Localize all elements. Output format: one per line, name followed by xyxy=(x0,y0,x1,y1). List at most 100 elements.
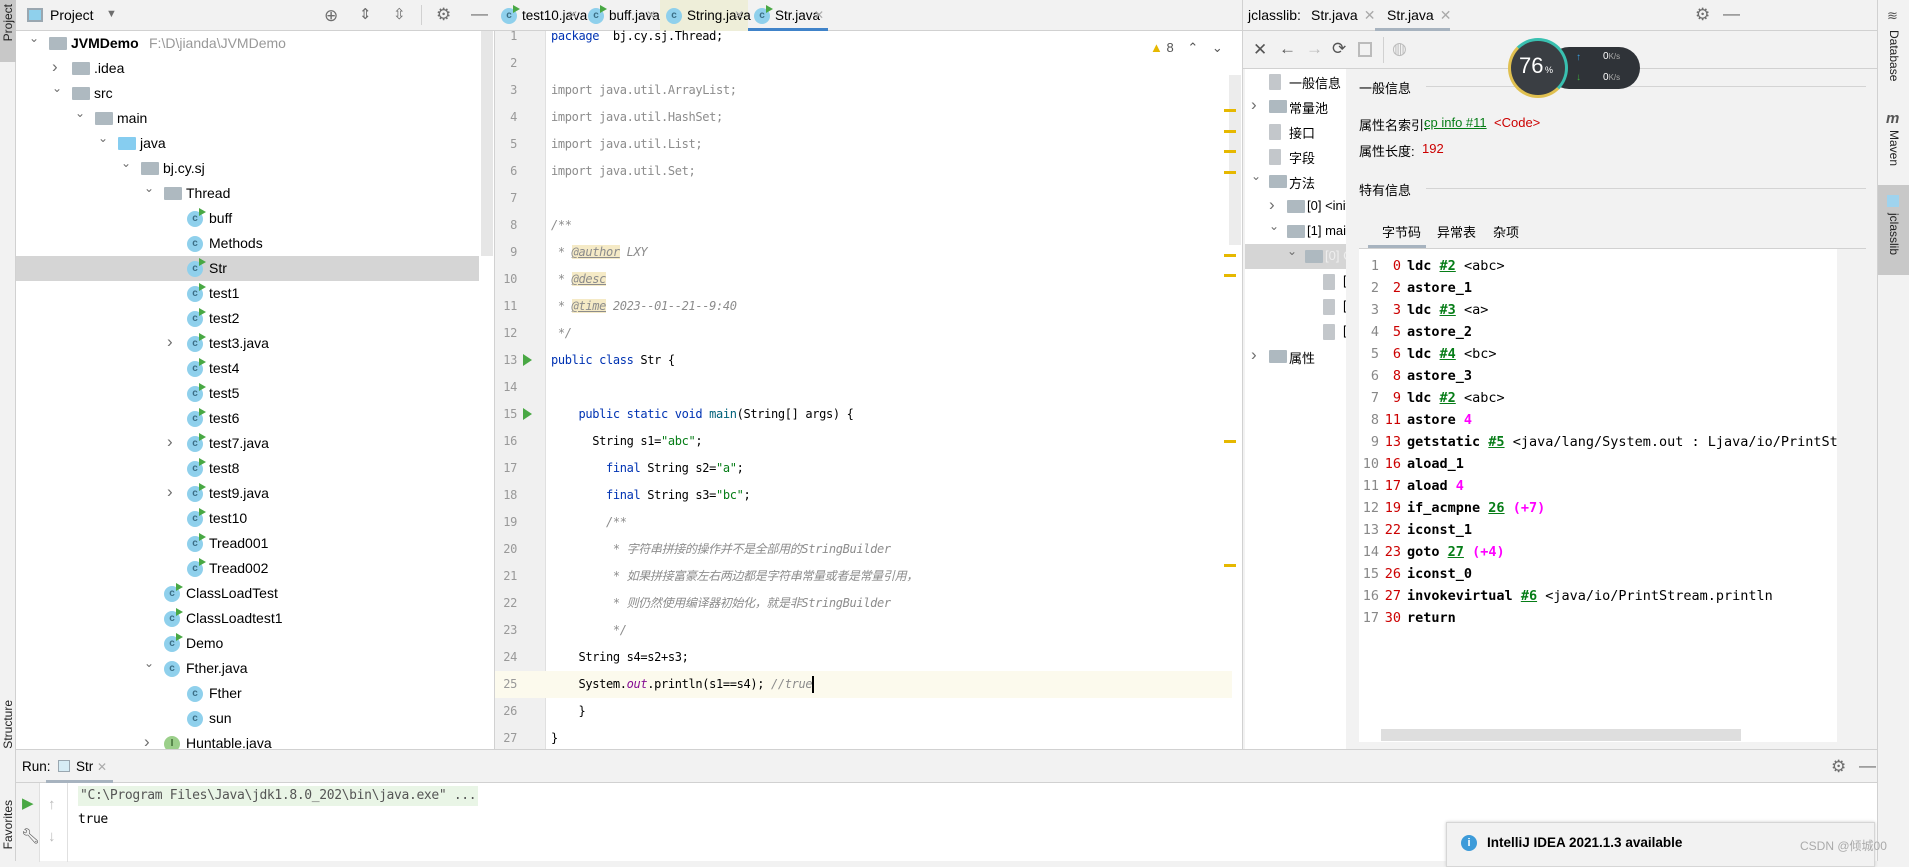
project-tree-item[interactable]: c test2 xyxy=(16,306,479,331)
warning-marker[interactable] xyxy=(1224,274,1236,277)
chevron-down-icon[interactable]: ⌄ xyxy=(144,656,154,670)
close-icon[interactable]: ✕ xyxy=(1440,7,1452,23)
save-icon[interactable] xyxy=(1358,42,1372,57)
project-tree-item[interactable]: c test10 xyxy=(16,506,479,531)
run-gutter-icon[interactable] xyxy=(523,408,532,420)
project-tree-item[interactable]: ⌄ main xyxy=(16,106,479,131)
bytecode-reference-link[interactable]: #3 xyxy=(1440,302,1456,318)
project-tree-item[interactable]: ⌄ src xyxy=(16,81,479,106)
chevron-right-icon[interactable]: › xyxy=(167,482,173,502)
project-tree-item[interactable]: ⌄ bj.cy.sj xyxy=(16,156,479,181)
project-tree-item[interactable]: c Methods xyxy=(16,231,479,256)
back-arrow-icon[interactable]: ← xyxy=(1279,40,1296,57)
next-highlight-icon[interactable]: ⌄ xyxy=(1212,40,1223,55)
jclasslib-tree-item[interactable]: [2] xyxy=(1245,319,1346,344)
project-tree-item[interactable]: c Fther xyxy=(16,681,479,706)
chevron-down-icon[interactable]: ⌄ xyxy=(1287,244,1297,258)
close-icon[interactable]: ✕ xyxy=(1364,7,1376,23)
chevron-right-icon[interactable]: › xyxy=(1251,95,1257,115)
jclasslib-tree-item[interactable]: [1] xyxy=(1245,294,1346,319)
chevron-right-icon[interactable]: › xyxy=(1251,345,1257,365)
collapse-all-icon[interactable]: ⇳ xyxy=(393,7,406,22)
bytecode-reference-link[interactable]: 27 xyxy=(1448,544,1464,560)
chevron-down-icon[interactable]: ▼ xyxy=(106,9,117,20)
tool-window-maven-button[interactable]: m Maven xyxy=(1878,110,1909,180)
jclasslib-tree-item[interactable]: › [0] <init> xyxy=(1245,194,1346,219)
chevron-right-icon[interactable]: › xyxy=(167,432,173,452)
bytecode-reference-link[interactable]: #6 xyxy=(1521,588,1537,604)
chevron-down-icon[interactable]: ⌄ xyxy=(1251,169,1261,183)
chevron-down-icon[interactable]: ⌄ xyxy=(121,156,131,170)
project-tree-item[interactable]: ⌄ Thread xyxy=(16,181,479,206)
warning-marker[interactable] xyxy=(1224,150,1236,153)
gear-icon[interactable]: ⚙ xyxy=(1831,758,1846,775)
detail-tab-bytecode[interactable]: 字节码 xyxy=(1368,214,1426,248)
gear-icon[interactable]: ⚙ xyxy=(1695,6,1710,23)
chevron-down-icon[interactable]: ⌄ xyxy=(1269,219,1279,233)
project-tree-item[interactable]: › c test7.java xyxy=(16,431,479,456)
project-tree-item[interactable]: c test6 xyxy=(16,406,479,431)
warning-marker[interactable] xyxy=(1224,109,1236,112)
bytecode-h-scrollbar[interactable] xyxy=(1381,729,1741,741)
refresh-icon[interactable]: ⟳ xyxy=(1332,40,1346,57)
bytecode-reference-link[interactable]: #5 xyxy=(1488,434,1504,450)
bytecode-reference-link[interactable]: #2 xyxy=(1440,390,1456,406)
gear-icon[interactable]: ⚙ xyxy=(436,6,451,23)
minimize-icon[interactable]: — xyxy=(1859,757,1876,774)
bytecode-reference-link[interactable]: 26 xyxy=(1488,500,1504,516)
up-arrow-icon[interactable]: ↑ xyxy=(48,797,56,812)
project-scrollbar[interactable] xyxy=(481,31,493,256)
expand-all-icon[interactable]: ⇕ xyxy=(359,7,372,22)
jclasslib-tree-item[interactable]: 一般信息 xyxy=(1245,69,1346,94)
previous-highlight-icon[interactable]: ⌃ xyxy=(1187,40,1198,55)
globe-icon[interactable]: ◍ xyxy=(1392,40,1407,57)
project-tree-item[interactable]: c Str xyxy=(16,256,479,281)
chevron-down-icon[interactable]: ⌄ xyxy=(52,81,62,95)
chevron-right-icon[interactable]: › xyxy=(144,732,150,749)
project-tree-item[interactable]: c test1 xyxy=(16,281,479,306)
warning-marker[interactable] xyxy=(1224,130,1236,133)
warning-marker[interactable] xyxy=(1224,254,1236,257)
code-area[interactable]: 1 package bj.cy.sj.Thread; 2 3 import java.u… xyxy=(495,23,1232,749)
project-tree-item[interactable]: c ClassLoadTest xyxy=(16,581,479,606)
jclasslib-tree-item[interactable]: ⌄ 方法 xyxy=(1245,169,1346,194)
minimize-icon[interactable]: — xyxy=(471,5,488,22)
close-icon[interactable]: ✕ xyxy=(1253,41,1267,58)
jclasslib-tree-item[interactable]: 接口 xyxy=(1245,119,1346,144)
tool-window-structure-button[interactable]: Structure xyxy=(0,700,16,790)
project-tree-item[interactable]: c sun xyxy=(16,706,479,731)
project-tree-item[interactable]: c Tread002 xyxy=(16,556,479,581)
chevron-down-icon[interactable]: ⌄ xyxy=(75,106,85,120)
project-tree-item[interactable]: ⌄ java xyxy=(16,131,479,156)
project-tree-item[interactable]: › .idea xyxy=(16,56,479,81)
minimize-icon[interactable]: — xyxy=(1723,5,1740,22)
warning-marker[interactable] xyxy=(1224,171,1236,174)
tool-window-favorites-button[interactable]: Favorites xyxy=(0,800,16,861)
jclasslib-tree-item[interactable]: ⌄ [1] main xyxy=(1245,219,1346,244)
tool-window-database-button[interactable]: ≋ Database xyxy=(1878,8,1909,88)
close-icon[interactable]: ✕ xyxy=(97,760,107,774)
jclasslib-tab[interactable]: Str.java ✕ xyxy=(1311,7,1375,24)
warning-marker[interactable] xyxy=(1224,440,1236,443)
jclasslib-tree-item[interactable]: › 属性 xyxy=(1245,344,1346,369)
project-tree-item[interactable]: c test5 xyxy=(16,381,479,406)
forward-arrow-icon[interactable]: → xyxy=(1306,40,1323,57)
detail-tab-misc[interactable]: 杂项 xyxy=(1493,222,1519,241)
project-tree-item[interactable]: › c test9.java xyxy=(16,481,479,506)
wrench-icon[interactable]: 🔧︎ xyxy=(21,829,40,844)
jclasslib-tab-active[interactable]: Str.java ✕ xyxy=(1375,0,1452,31)
jclasslib-tree-item[interactable]: 字段 xyxy=(1245,144,1346,169)
jclasslib-tree-item[interactable]: [0] xyxy=(1245,269,1346,294)
attr-name-link[interactable]: cp info #11 xyxy=(1424,115,1487,130)
inspection-widget[interactable]: ▲ 8 ⌃ ⌄ xyxy=(1150,40,1235,60)
warning-marker[interactable] xyxy=(1224,564,1236,567)
bytecode-reference-link[interactable]: #4 xyxy=(1440,346,1456,362)
project-tree-item[interactable]: c Demo xyxy=(16,631,479,656)
chevron-right-icon[interactable]: › xyxy=(52,57,58,77)
project-tree-item[interactable]: c test4 xyxy=(16,356,479,381)
project-view-dropdown[interactable]: Project xyxy=(50,7,94,23)
project-tree-item[interactable]: c ClassLoadtest1 xyxy=(16,606,479,631)
run-tab-str[interactable]: Str ✕ xyxy=(46,750,113,783)
tool-window-jclasslib-button[interactable]: jclasslib xyxy=(1878,185,1909,275)
project-tree-item[interactable]: c test8 xyxy=(16,456,479,481)
